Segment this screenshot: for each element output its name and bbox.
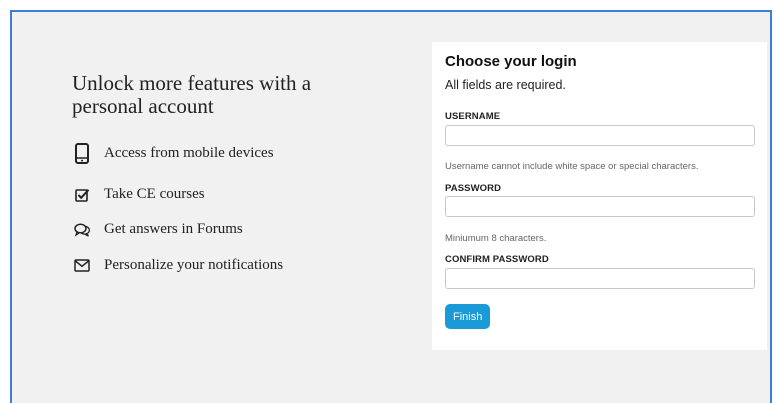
- username-input[interactable]: [445, 125, 755, 146]
- headline-line-2: personal account: [72, 94, 214, 118]
- feature-label: Access from mobile devices: [104, 145, 274, 161]
- finish-button[interactable]: Finish: [445, 304, 491, 329]
- feature-notifications: Personalize your notifications: [72, 257, 283, 274]
- chat-bubbles-icon: [72, 222, 92, 237]
- page-frame: Unlock more features with a personal acc…: [10, 10, 772, 403]
- feature-label: Take CE courses: [104, 186, 205, 202]
- username-help: Username cannot include white space or s…: [445, 161, 699, 172]
- mobile-phone-icon: [72, 143, 92, 164]
- form-subtitle: All fields are required.: [445, 78, 566, 92]
- feature-mobile: Access from mobile devices: [72, 143, 274, 164]
- feature-ce-courses: Take CE courses: [72, 186, 205, 203]
- confirm-password-input[interactable]: [445, 268, 755, 289]
- form-title: Choose your login: [445, 53, 577, 70]
- feature-label: Get answers in Forums: [104, 221, 243, 237]
- promo-section: Unlock more features with a personal acc…: [72, 72, 402, 274]
- password-help: Miniumum 8 characters.: [445, 233, 547, 244]
- headline-line-1: Unlock more features with a: [72, 71, 312, 95]
- confirm-password-label: CONFIRM PASSWORD: [445, 254, 549, 265]
- password-input[interactable]: [445, 196, 755, 217]
- username-label: USERNAME: [445, 111, 501, 122]
- login-form: Choose your login All fields are require…: [432, 42, 767, 350]
- envelope-icon: [72, 259, 92, 272]
- checkbox-icon: [72, 188, 92, 202]
- promo-headline: Unlock more features with a personal acc…: [72, 72, 402, 118]
- password-label: PASSWORD: [445, 183, 502, 194]
- feature-forums: Get answers in Forums: [72, 221, 243, 238]
- feature-label: Personalize your notifications: [104, 257, 284, 273]
